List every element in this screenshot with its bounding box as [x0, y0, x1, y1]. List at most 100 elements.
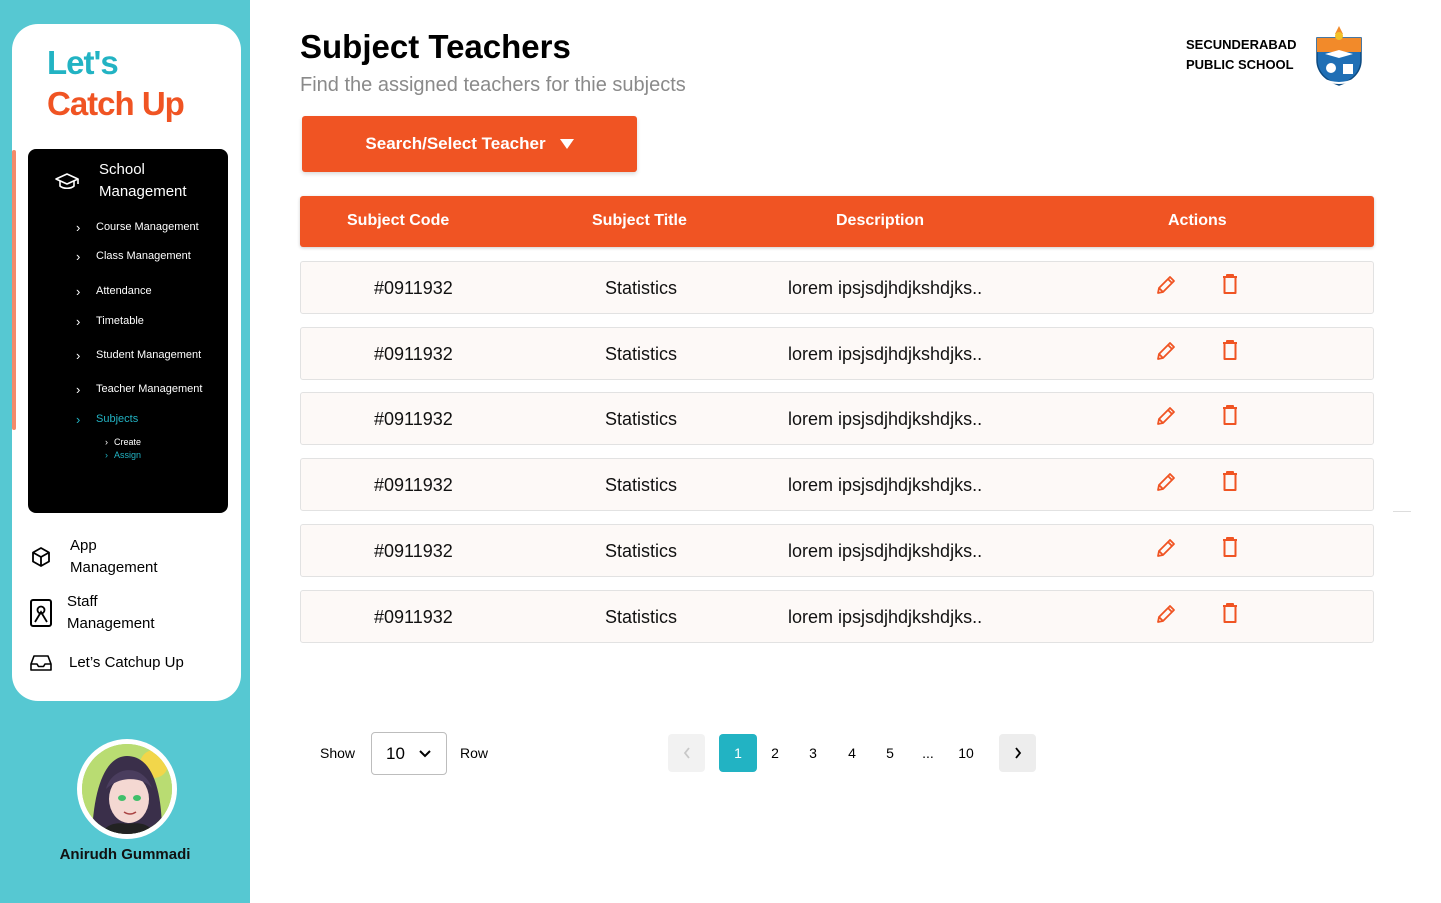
edit-pencil-icon[interactable] [1154, 339, 1178, 363]
pagination-page-10[interactable]: 10 [953, 734, 979, 772]
nav-lets-catchup-up[interactable]: Let’s Catchup Up [28, 650, 184, 676]
nav-staff-management-label: Staff Management [67, 593, 155, 632]
rows-per-page-select[interactable]: 10 [371, 732, 447, 775]
logo-line-1: Let's [47, 44, 119, 81]
cell-subject-code: #0911932 [374, 475, 453, 495]
menu-item-label: Teacher Management [96, 383, 203, 395]
cell-description: lorem ipsjsdjhdjkshdjks.. [788, 475, 983, 495]
table-header: Subject Code Subject Title Description A… [300, 196, 1374, 247]
table-row[interactable]: #0911932 Statistics lorem ipsjsdjhdjkshdjk… [300, 392, 1374, 445]
pagination-prev-button[interactable] [668, 734, 705, 772]
table-row[interactable]: #0911932 Statistics lorem ipsjsdjhdjkshdjk… [300, 327, 1374, 380]
divider [1393, 511, 1411, 512]
cell-subject-title: Statistics [605, 541, 678, 561]
delete-trash-icon[interactable] [1218, 601, 1242, 625]
menu-item-attendance[interactable]: › Attendance [76, 282, 152, 300]
pagination-next-button[interactable] [999, 734, 1036, 772]
edit-pencil-icon[interactable] [1154, 273, 1178, 297]
search-select-teacher-label: Search/Select Teacher [365, 134, 546, 153]
cell-subject-title: Statistics [605, 475, 678, 495]
cell-description: lorem ipsjsdjhdjkshdjks.. [788, 278, 983, 298]
sidebar-accent-line [12, 150, 16, 430]
sidebar-card: Let's Catch Up School Management › Course… [12, 24, 241, 701]
menu-school-management-label: School Management [99, 161, 187, 200]
sidebar: Let's Catch Up School Management › Course… [0, 0, 250, 903]
cell-subject-title: Statistics [605, 607, 678, 627]
menu-item-label: Timetable [96, 315, 144, 327]
column-header-actions: Actions [1168, 212, 1227, 229]
menu-item-label: Course Management [96, 221, 199, 233]
graduation-cap-icon [55, 173, 79, 190]
column-header-subject-code[interactable]: Subject Code [347, 212, 449, 230]
sub-item-assign[interactable]: › Assign [105, 448, 141, 461]
column-header-description[interactable]: Description [836, 212, 924, 230]
school-management-menu: School Management › Course Management › Cl… [28, 149, 228, 513]
pagination-page-3[interactable]: 3 [803, 734, 823, 772]
edit-pencil-icon[interactable] [1154, 602, 1178, 626]
pagination-ellipsis: ... [922, 745, 934, 761]
pagination-page-1[interactable]: 1 [719, 734, 757, 772]
menu-item-student-management[interactable]: › Student Management [76, 346, 201, 364]
edit-pencil-icon[interactable] [1154, 404, 1178, 428]
menu-item-teacher-management[interactable]: › Teacher Management [76, 380, 202, 398]
user-name: Anirudh Gummadi [59, 846, 191, 863]
page-title: Subject Teachers [300, 28, 571, 65]
page-subtitle: Find the assigned teachers for thie subj… [300, 74, 686, 96]
cell-subject-code: #0911932 [374, 409, 453, 429]
column-header-subject-title[interactable]: Subject Title [592, 212, 687, 230]
nav-staff-management[interactable]: Staff Management [28, 591, 177, 635]
cell-description: lorem ipsjsdjhdjkshdjks.. [788, 409, 983, 429]
id-badge-icon [28, 599, 54, 627]
sub-item-create[interactable]: › Create [105, 435, 141, 448]
school-name-line-2: PUBLIC SCHOOL [1186, 57, 1294, 72]
chevron-right-icon: › [76, 248, 81, 264]
nav-lets-catchup-up-label: Let’s Catchup Up [69, 654, 184, 671]
chevron-right-icon: › [105, 436, 108, 447]
delete-trash-icon[interactable] [1218, 403, 1242, 427]
pagination-page-2[interactable]: 2 [765, 734, 785, 772]
chevron-right-icon: › [76, 411, 81, 427]
table-row[interactable]: #0911932 Statistics lorem ipsjsdjhdjkshdjk… [300, 261, 1374, 314]
school-crest-logo [1316, 26, 1362, 86]
logo-line-2: Catch Up [47, 85, 185, 122]
school-name-line-1: SECUNDERABAD [1186, 37, 1297, 52]
table-row[interactable]: #0911932 Statistics lorem ipsjsdjhdjkshdjk… [300, 458, 1374, 511]
cell-description: lorem ipsjsdjhdjkshdjks.. [788, 607, 983, 627]
pagination-page-5[interactable]: 5 [880, 734, 900, 772]
table-row[interactable]: #0911932 Statistics lorem ipsjsdjhdjkshdjk… [300, 524, 1374, 577]
edit-pencil-icon[interactable] [1154, 536, 1178, 560]
user-avatar[interactable] [77, 739, 177, 839]
menu-item-class-management[interactable]: › Class Management [76, 247, 191, 265]
app-logo[interactable]: Let's Catch Up [47, 42, 185, 124]
chevron-down-icon [419, 750, 431, 758]
menu-item-label: Subjects [96, 413, 139, 425]
delete-trash-icon[interactable] [1218, 469, 1242, 493]
delete-trash-icon[interactable] [1218, 535, 1242, 559]
chevron-right-icon: › [76, 347, 81, 363]
menu-item-label: Student Management [96, 349, 202, 361]
menu-item-label: Attendance [96, 285, 152, 297]
sub-item-label: Assign [114, 449, 142, 460]
caret-down-icon [559, 139, 574, 149]
menu-item-timetable[interactable]: › Timetable [76, 312, 144, 330]
cube-icon [28, 544, 54, 570]
cell-subject-title: Statistics [605, 409, 678, 429]
delete-trash-icon[interactable] [1218, 272, 1242, 296]
chevron-right-icon [1014, 747, 1021, 759]
pagination-page-4[interactable]: 4 [842, 734, 862, 772]
menu-item-subjects[interactable]: › Subjects [76, 410, 138, 428]
search-select-teacher-button[interactable]: Search/Select Teacher [302, 116, 637, 172]
inbox-icon [28, 650, 54, 676]
edit-pencil-icon[interactable] [1154, 470, 1178, 494]
nav-app-management[interactable]: App Management [28, 535, 180, 579]
cell-description: lorem ipsjsdjhdjkshdjks.. [788, 344, 983, 364]
rows-per-page-value: 10 [386, 743, 405, 763]
cell-subject-code: #0911932 [374, 278, 453, 298]
delete-trash-icon[interactable] [1218, 338, 1242, 362]
menu-school-management[interactable]: School Management [28, 159, 228, 205]
cell-subject-code: #0911932 [374, 607, 453, 627]
menu-item-label: Class Management [96, 250, 191, 262]
table-row[interactable]: #0911932 Statistics lorem ipsjsdjhdjkshdjk… [300, 590, 1374, 643]
chevron-right-icon: › [76, 219, 81, 235]
menu-item-course-management[interactable]: › Course Management [76, 218, 199, 236]
